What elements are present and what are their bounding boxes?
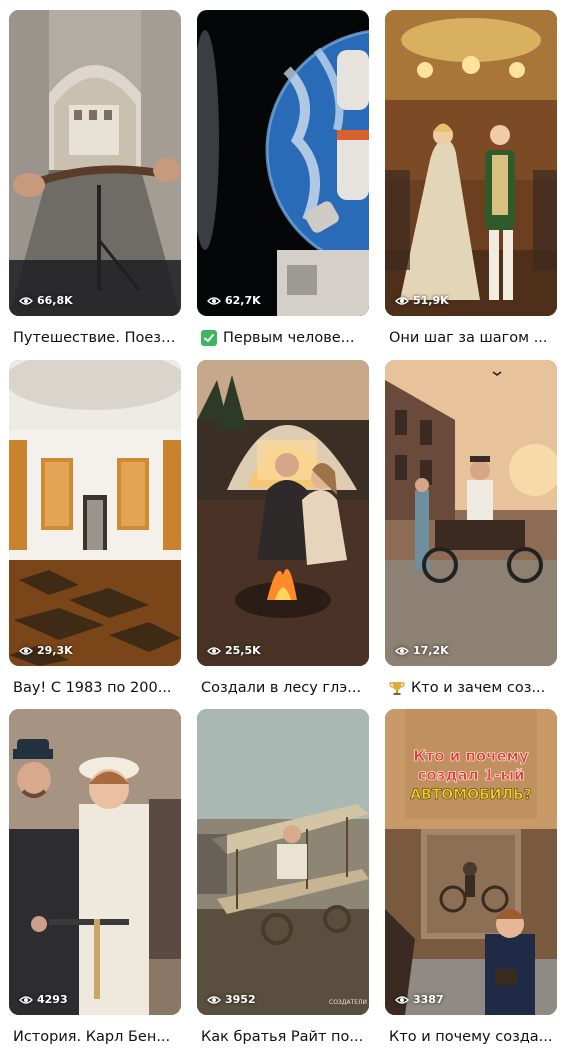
check-mark-icon xyxy=(201,330,217,346)
view-count: 4293 xyxy=(19,993,68,1006)
video-card[interactable]: 62,7K Первым челове... xyxy=(197,10,369,348)
view-count: 3952 xyxy=(207,993,256,1006)
eye-icon xyxy=(395,646,409,655)
thumbnail-image xyxy=(197,10,369,316)
video-title[interactable]: Первым челове... xyxy=(197,328,369,348)
video-title[interactable]: Кто и почему созда... xyxy=(385,1027,557,1047)
thumbnail-image xyxy=(9,360,181,666)
watermark-text: СОЗДАТЕЛИ xyxy=(329,999,367,1006)
view-count: 62,7K xyxy=(207,294,261,307)
video-card[interactable]: 29,3K Вау! С 1983 по 200... xyxy=(9,360,181,698)
view-count-label: 4293 xyxy=(37,993,68,1006)
overlay-line-1: Кто и почему xyxy=(413,747,529,765)
eye-icon xyxy=(19,296,33,305)
video-title[interactable]: Они шаг за шагом ... xyxy=(385,328,557,348)
video-thumbnail[interactable]: 17,2K xyxy=(385,360,557,666)
thumbnail-image xyxy=(385,360,557,666)
video-title-text: Первым челове... xyxy=(223,330,355,346)
view-count: 66,8K xyxy=(19,294,73,307)
video-card[interactable]: 66,8K Путешествие. Поезд... xyxy=(9,10,181,348)
thumbnail-image xyxy=(9,709,181,1015)
video-card[interactable]: СОЗДАТЕЛИ 3952 Как братья Райт по... xyxy=(197,709,369,1047)
video-thumbnail[interactable]: 4293 xyxy=(9,709,181,1015)
view-count-label: 3952 xyxy=(225,993,256,1006)
view-count-label: 25,5K xyxy=(225,644,261,657)
view-count: 25,5K xyxy=(207,644,261,657)
thumbnail-image: СОЗДАТЕЛИ xyxy=(197,709,369,1015)
eye-icon xyxy=(395,995,409,1004)
video-thumbnail[interactable]: Кто и почему создал 1-ый АВТОМОБИЛЬ? 338… xyxy=(385,709,557,1015)
video-card[interactable]: 51,9K Они шаг за шагом ... xyxy=(385,10,557,348)
view-count: 17,2K xyxy=(395,644,449,657)
video-grid: 66,8K Путешествие. Поезд... 62,7K Первым… xyxy=(0,0,565,1055)
video-thumbnail[interactable]: 51,9K xyxy=(385,10,557,316)
video-title-text: Вау! С 1983 по 200... xyxy=(13,680,172,696)
thumbnail-image xyxy=(9,10,181,316)
eye-icon xyxy=(207,995,221,1004)
video-thumbnail[interactable]: 66,8K xyxy=(9,10,181,316)
video-title-text: Путешествие. Поезд... xyxy=(13,330,181,346)
overlay-line-2: создал 1-ый xyxy=(417,766,524,784)
video-thumbnail[interactable]: 25,5K xyxy=(197,360,369,666)
eye-icon xyxy=(19,995,33,1004)
thumbnail-image xyxy=(197,360,369,666)
view-count: 3387 xyxy=(395,993,444,1006)
thumbnail-image xyxy=(385,10,557,316)
eye-icon xyxy=(395,296,409,305)
trophy-icon xyxy=(389,680,405,696)
video-title[interactable]: История. Карл Бен... xyxy=(9,1027,181,1047)
view-count-label: 17,2K xyxy=(413,644,449,657)
video-title[interactable]: Как братья Райт по... xyxy=(197,1027,369,1047)
view-count-label: 62,7K xyxy=(225,294,261,307)
video-title[interactable]: Создали в лесу глэ... xyxy=(197,678,369,698)
view-count: 51,9K xyxy=(395,294,449,307)
video-card[interactable]: 25,5K Создали в лесу глэ... xyxy=(197,360,369,698)
view-count: 29,3K xyxy=(19,644,73,657)
view-count-label: 3387 xyxy=(413,993,444,1006)
video-title[interactable]: Путешествие. Поезд... xyxy=(9,328,181,348)
eye-icon xyxy=(207,646,221,655)
view-count-label: 51,9K xyxy=(413,294,449,307)
video-title-text: История. Карл Бен... xyxy=(13,1029,171,1045)
video-title[interactable]: Вау! С 1983 по 200... xyxy=(9,678,181,698)
video-title-text: Кто и почему созда... xyxy=(389,1029,553,1045)
video-title-text: Они шаг за шагом ... xyxy=(389,330,548,346)
eye-icon xyxy=(19,646,33,655)
video-title[interactable]: Кто и зачем соз... xyxy=(385,678,557,698)
video-card[interactable]: 17,2K Кто и зачем соз... xyxy=(385,360,557,698)
video-card[interactable]: Кто и почему создал 1-ый АВТОМОБИЛЬ? 338… xyxy=(385,709,557,1047)
view-count-label: 66,8K xyxy=(37,294,73,307)
video-title-text: Как братья Райт по... xyxy=(201,1029,364,1045)
video-title-text: Кто и зачем соз... xyxy=(411,680,546,696)
thumbnail-image: Кто и почему создал 1-ый АВТОМОБИЛЬ? xyxy=(385,709,557,1015)
video-thumbnail[interactable]: СОЗДАТЕЛИ 3952 xyxy=(197,709,369,1015)
video-thumbnail[interactable]: 62,7K xyxy=(197,10,369,316)
eye-icon xyxy=(207,296,221,305)
overlay-line-3: АВТОМОБИЛЬ? xyxy=(410,787,532,803)
view-count-label: 29,3K xyxy=(37,644,73,657)
video-title-text: Создали в лесу глэ... xyxy=(201,680,362,696)
video-thumbnail[interactable]: 29,3K xyxy=(9,360,181,666)
video-card[interactable]: 4293 История. Карл Бен... xyxy=(9,709,181,1047)
